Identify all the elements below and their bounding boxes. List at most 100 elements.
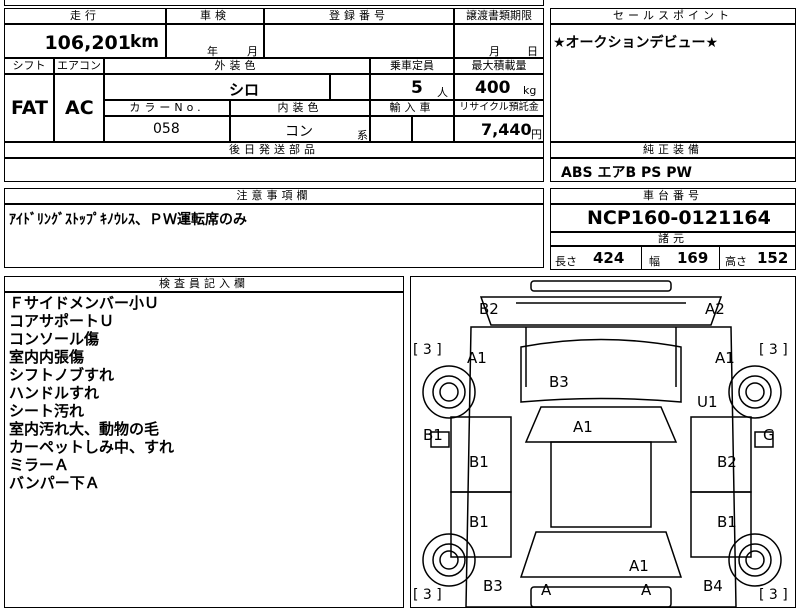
length-label: 長さ [555, 255, 577, 268]
mileage-header: 走行 [4, 8, 166, 24]
roof-panel-shape [550, 441, 652, 528]
inspection-month: 月 [247, 45, 258, 58]
inspection-year: 年 [207, 45, 218, 58]
import-cell-a [370, 116, 412, 142]
inspection-header: 車検 [166, 8, 264, 24]
exterior-value: シロ [229, 81, 260, 99]
specs-header: 諸元 [550, 232, 796, 246]
mileage-label: 走行 [70, 9, 100, 22]
inspector-label: 検査員記入欄 [159, 277, 249, 290]
damage-mark: A1 [715, 349, 735, 367]
registration-label: 登録番号 [329, 9, 389, 22]
damage-mark: A [541, 581, 552, 599]
notes-label: 注意事項欄 [236, 189, 312, 202]
genuine-header: 純正装備 [550, 142, 796, 158]
specs-label: 諸元 [658, 232, 688, 245]
damage-mark: A1 [629, 557, 649, 575]
maxload-cell: 400 kg [454, 74, 544, 100]
wheel-front-right [728, 365, 782, 419]
import-label: 輸入車 [389, 101, 435, 114]
transfer-day: 日 [527, 45, 538, 58]
inspector-line: シフトノブすれ [9, 366, 115, 384]
aircon-value: AC [65, 97, 94, 119]
recycle-value: 7,440 [481, 120, 532, 139]
salespoint-label: セールスポイント [613, 9, 733, 22]
tire-mark: [ 3 ] [759, 342, 788, 358]
notes-cell: ｱｲﾄﾞﾘﾝｸﾞｽﾄｯﾌﾟｷﾉｳﾚｽ、ＰＷ運転席のみ [4, 204, 544, 268]
maxload-value: 400 [475, 78, 511, 98]
inspector-line: コアサポートＵ [9, 312, 115, 330]
deferred-cell [4, 158, 544, 182]
recycle-header: リサイクル預託金 [454, 100, 544, 116]
colorno-header: カラーNo. [104, 100, 230, 116]
inspector-line: ハンドルすれ [9, 384, 100, 402]
damage-mark: B1 [423, 426, 443, 444]
damage-mark: B2 [717, 453, 737, 471]
genuine-value: ABS エアB PS PW [561, 165, 692, 181]
width-label: 幅 [649, 255, 660, 268]
damage-mark: B1 [469, 513, 489, 531]
inspector-line: シート汚れ [9, 402, 85, 420]
exterior-extra-cell [330, 74, 370, 100]
top-strip [4, 0, 544, 6]
recycle-cell: 7,440 円 [454, 116, 544, 142]
specs-divider-1 [641, 247, 642, 269]
damage-mark: B3 [549, 373, 569, 391]
car-diagram-frame: B2 A2 A1 A1 B3 U1 B1 A1 G B1 B2 B1 B1 A1 B3 B4 A A [ 3 ] [ … [410, 276, 796, 608]
transfer-label: 譲渡書類期限 [466, 9, 532, 22]
specs-cell: 長さ 424 幅 169 高さ 152 [550, 246, 796, 270]
hood-shape [479, 296, 723, 326]
salespoint-cell: ★オークションデビュー★ [550, 24, 796, 142]
import-cell-b [412, 116, 454, 142]
maxload-header: 最大積載量 [454, 58, 544, 74]
damage-mark: A1 [467, 349, 487, 367]
deferred-header: 後日発送部品 [4, 142, 544, 158]
inspector-line: バンパー下Ａ [9, 474, 100, 492]
recycle-label: リサイクル預託金 [459, 102, 539, 113]
inspector-cell: Ｆサイドメンバー小Ｕ コアサポートＵ コンソール傷 室内内張傷 シフトノブすれ ハンドルす… [4, 292, 404, 608]
colorno-cell: 058 [104, 116, 230, 142]
body-outline [465, 326, 737, 607]
transfer-month: 月 [489, 45, 500, 58]
tire-mark: [ 3 ] [413, 342, 442, 358]
aircon-cell: AC [54, 74, 104, 142]
inspector-line: カーペットしみ中、すれ [9, 438, 175, 456]
exterior-header: 外装色 [104, 58, 370, 74]
capacity-unit: 人 [437, 86, 448, 99]
transfer-cell: 月 日 [454, 24, 544, 58]
height-label: 高さ [725, 255, 747, 268]
chassis-cell: NCP160-0121164 [550, 204, 796, 232]
interior-header: 内装色 [230, 100, 370, 116]
genuine-cell: ABS エアB PS PW [550, 158, 796, 182]
mileage-value: 106,201 [44, 32, 131, 54]
maxload-unit: kg [523, 84, 537, 97]
roof-shape [524, 406, 678, 443]
wheel-rear-right [728, 533, 782, 587]
exterior-label: 外装色 [214, 59, 260, 72]
colorno-value: 058 [153, 121, 180, 137]
recycle-unit: 円 [531, 128, 542, 141]
registration-cell [264, 24, 454, 58]
aircon-header: エアコン [54, 58, 104, 74]
damage-mark: G [763, 426, 775, 444]
registration-header: 登録番号 [264, 8, 454, 24]
aircon-label: エアコン [57, 59, 101, 72]
capacity-cell: 5 人 [370, 74, 454, 100]
front-bumper-shape [530, 280, 672, 292]
specs-divider-2 [719, 247, 720, 269]
genuine-label: 純正装備 [643, 143, 703, 156]
chassis-value: NCP160-0121164 [587, 207, 771, 229]
height-value: 152 [757, 249, 789, 267]
damage-mark: A [641, 581, 652, 599]
colorno-label: カラーNo. [129, 101, 205, 114]
interior-suffix: 系 [357, 129, 368, 142]
interior-value: コン [285, 124, 313, 140]
damage-mark: U1 [697, 393, 718, 411]
salespoint-text: ★オークションデビュー★ [553, 35, 719, 51]
inspector-header: 検査員記入欄 [4, 276, 404, 292]
transfer-header: 譲渡書類期限 [454, 8, 544, 24]
length-value: 424 [593, 249, 625, 267]
tire-mark: [ 3 ] [759, 587, 788, 603]
capacity-header: 乗車定員 [370, 58, 454, 74]
inspection-cell: 年 月 [166, 24, 264, 58]
